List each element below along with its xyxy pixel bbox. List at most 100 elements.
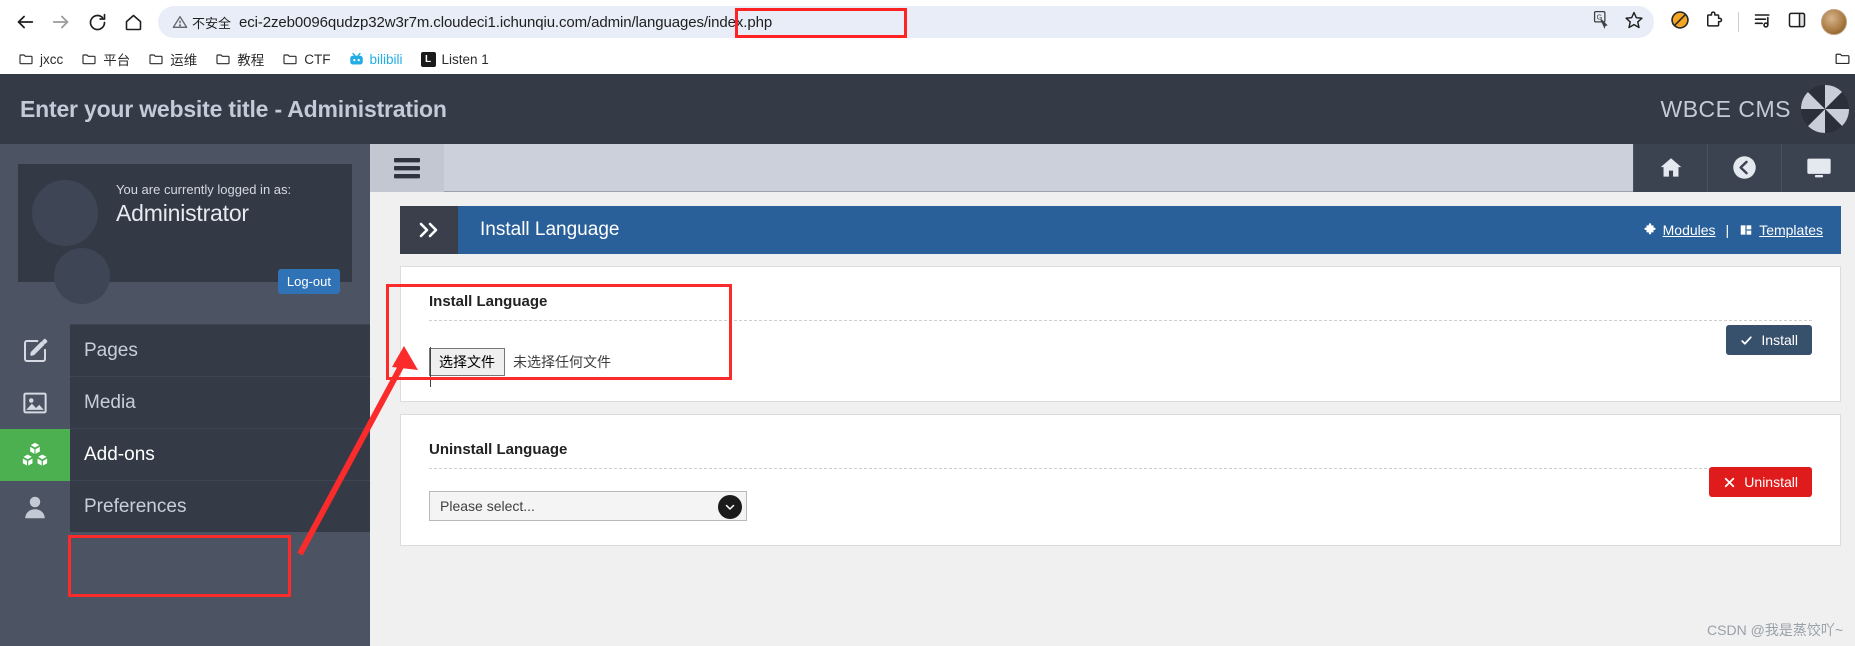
bookmark-item[interactable]: jxcc bbox=[10, 48, 71, 70]
sidebar-item-pages[interactable]: Pages bbox=[24, 324, 370, 376]
card-divider bbox=[429, 320, 1812, 321]
main-content: Install Language Modules | Templates Ins… bbox=[370, 143, 1855, 646]
check-icon bbox=[1741, 335, 1753, 345]
back-arrow-icon[interactable] bbox=[8, 5, 42, 39]
folder-icon bbox=[149, 54, 163, 65]
bilibili-favicon bbox=[349, 52, 363, 64]
chevron-down-circle-icon[interactable] bbox=[718, 495, 742, 519]
file-status-label: 未选择任何文件 bbox=[513, 354, 611, 370]
monitor-icon[interactable] bbox=[1781, 143, 1855, 192]
bookmark-label: bilibili bbox=[369, 51, 403, 67]
adblock-icon[interactable] bbox=[1670, 10, 1690, 35]
side-panel-icon[interactable] bbox=[1787, 10, 1807, 35]
wbce-logo-icon bbox=[1800, 84, 1850, 134]
back-circle-icon[interactable] bbox=[1707, 143, 1781, 192]
username: Administrator bbox=[116, 200, 249, 226]
content-topbar bbox=[370, 143, 1855, 192]
brand-text: WBCE CMS bbox=[1660, 95, 1791, 122]
image-icon bbox=[0, 377, 70, 429]
reload-icon[interactable] bbox=[80, 5, 114, 39]
logged-in-label: You are currently logged in as: bbox=[116, 182, 292, 197]
toolbar-divider bbox=[1738, 12, 1739, 32]
layout-icon bbox=[1740, 225, 1752, 235]
translate-icon[interactable]: G bbox=[1593, 10, 1612, 34]
language-select[interactable]: Please select... bbox=[429, 491, 747, 521]
modules-link-label: Modules bbox=[1662, 222, 1716, 238]
uninstall-card-title: Uninstall Language bbox=[429, 441, 568, 458]
text-caret bbox=[430, 347, 431, 387]
home-icon[interactable] bbox=[116, 5, 150, 39]
url-text[interactable]: eci-2zeb0096qudzp32w3r7m.cloudeci1.ichun… bbox=[239, 14, 1585, 31]
browser-chrome: 不安全 eci-2zeb0096qudzp32w3r7m.cloudeci1.i… bbox=[0, 0, 1855, 74]
hamburger-icon[interactable] bbox=[370, 143, 444, 192]
folder-icon bbox=[19, 54, 33, 65]
bookmark-label: 平台 bbox=[103, 53, 131, 68]
security-status[interactable]: 不安全 bbox=[172, 13, 239, 32]
bookmark-item[interactable]: 运维 bbox=[140, 46, 205, 72]
panel-header: Install Language Modules | Templates bbox=[400, 206, 1841, 254]
install-button-label: Install bbox=[1761, 332, 1798, 348]
watermark: CSDN @我是蒸饺吖~ bbox=[1707, 622, 1843, 638]
uninstall-language-card: Uninstall Language Please select... Unin… bbox=[400, 414, 1841, 546]
boxes-icon bbox=[0, 429, 70, 481]
folder-icon bbox=[283, 54, 297, 65]
templates-link[interactable]: Templates bbox=[1739, 222, 1823, 238]
user-icon bbox=[0, 481, 70, 533]
bookmark-item[interactable]: 平台 bbox=[73, 46, 138, 72]
links-separator: | bbox=[1725, 222, 1730, 238]
x-icon bbox=[1725, 477, 1735, 487]
bookmarks-overflow-folder-icon[interactable] bbox=[1834, 50, 1851, 67]
forward-arrow-icon[interactable] bbox=[44, 5, 78, 39]
user-card: You are currently logged in as: Administ… bbox=[18, 164, 352, 304]
extensions-icon[interactable] bbox=[1704, 10, 1724, 35]
address-bar[interactable]: 不安全 eci-2zeb0096qudzp32w3r7m.cloudeci1.i… bbox=[158, 6, 1654, 38]
file-input-row[interactable]: 选择文件 未选择任何文件 bbox=[429, 347, 1812, 387]
install-language-card: Install Language 选择文件 未选择任何文件 Install bbox=[400, 266, 1841, 402]
puzzle-icon bbox=[1644, 223, 1656, 235]
sidebar: You are currently logged in as: Administ… bbox=[0, 144, 370, 646]
sidebar-menu: Pages Media Add-ons Preferences bbox=[0, 324, 370, 532]
folder-icon bbox=[216, 54, 230, 65]
reading-list-icon[interactable] bbox=[1753, 10, 1773, 35]
logout-button[interactable]: Log-out bbox=[277, 269, 340, 294]
home-icon[interactable] bbox=[1633, 143, 1707, 192]
install-card-title: Install Language bbox=[429, 293, 548, 310]
modules-link[interactable]: Modules bbox=[1643, 222, 1716, 238]
card-divider bbox=[429, 468, 1812, 469]
choose-file-button[interactable]: 选择文件 bbox=[429, 348, 505, 376]
listen1-favicon: L bbox=[420, 51, 436, 67]
sidebar-item-preferences[interactable]: Preferences bbox=[25, 480, 370, 532]
bookmark-item[interactable]: CTF bbox=[274, 48, 338, 70]
profile-avatar[interactable] bbox=[1821, 9, 1847, 35]
sidebar-item-label: Preferences bbox=[84, 495, 187, 517]
bookmark-label: CTF bbox=[304, 51, 331, 67]
page-title: Enter your website title - Administratio… bbox=[20, 95, 447, 122]
bookmark-star-icon[interactable] bbox=[1624, 10, 1644, 35]
security-label: 不安全 bbox=[192, 15, 232, 31]
bookmark-item[interactable]: 教程 bbox=[207, 46, 272, 72]
content-area: Install Language Modules | Templates Ins… bbox=[370, 192, 1855, 546]
sidebar-item-media[interactable]: Media bbox=[23, 376, 370, 428]
bookmark-item[interactable]: L Listen 1 bbox=[413, 49, 497, 70]
cms-brand: WBCE CMS bbox=[1661, 74, 1855, 144]
browser-toolbar-icons bbox=[1656, 9, 1847, 35]
bookmark-label: 运维 bbox=[170, 53, 198, 68]
panel-title: Install Language bbox=[480, 219, 620, 240]
bookmark-label: jxcc bbox=[40, 51, 64, 67]
avatar-secondary bbox=[54, 248, 110, 304]
pencil-square-icon bbox=[0, 325, 70, 377]
double-chevron-right-icon[interactable] bbox=[400, 206, 458, 254]
folder-icon bbox=[82, 54, 96, 65]
sidebar-item-addons[interactable]: Add-ons bbox=[0, 428, 370, 481]
sidebar-item-label: Media bbox=[84, 391, 136, 413]
bookmark-label: Listen 1 bbox=[441, 51, 489, 67]
language-select-value: Please select... bbox=[440, 498, 535, 514]
cms-header: Enter your website title - Administratio… bbox=[0, 74, 1855, 144]
sidebar-item-label: Add-ons bbox=[84, 443, 155, 465]
cms-page: Enter your website title - Administratio… bbox=[0, 74, 1855, 646]
sidebar-item-label: Pages bbox=[84, 339, 138, 361]
uninstall-button[interactable]: Uninstall bbox=[1709, 467, 1812, 497]
browser-nav-bar: 不安全 eci-2zeb0096qudzp32w3r7m.cloudeci1.i… bbox=[0, 0, 1855, 44]
install-button[interactable]: Install bbox=[1726, 325, 1812, 355]
bookmark-item[interactable]: bilibili bbox=[341, 49, 411, 70]
